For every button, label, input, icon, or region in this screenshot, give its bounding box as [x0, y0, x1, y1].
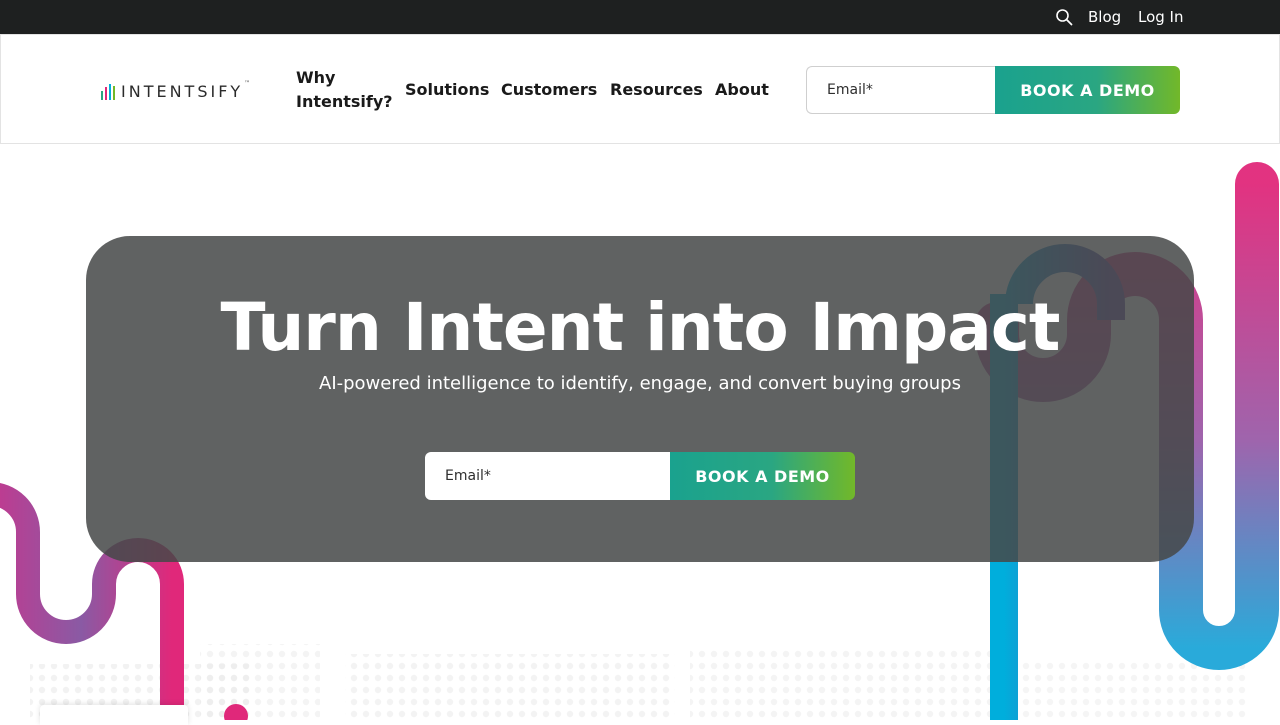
nav-solutions[interactable]: Solutions	[405, 78, 489, 102]
hero-book-demo-button[interactable]: BOOK A DEMO	[670, 452, 855, 500]
top-utility-bar: Blog Log In	[0, 0, 1280, 34]
nav-why-intentsify[interactable]: Why Intentsify?	[296, 66, 393, 114]
nav-why-line1: Why	[296, 68, 336, 87]
search-icon[interactable]	[1055, 8, 1073, 26]
hero-title: Turn Intent into Impact	[220, 289, 1061, 366]
main-header: INTENTSIFY ™ Why Intentsify? Solutions C…	[0, 34, 1280, 144]
chat-widget-tab[interactable]	[40, 705, 188, 725]
nav-why-line2: Intentsify?	[296, 92, 393, 111]
nav-resources[interactable]: Resources	[610, 78, 703, 102]
hero-subtitle: AI-powered intelligence to identify, eng…	[319, 373, 961, 394]
header-email-input[interactable]	[806, 66, 996, 114]
nav-customers[interactable]: Customers	[501, 78, 597, 102]
logo-bars-icon	[101, 84, 115, 100]
hero-email-input[interactable]	[425, 452, 671, 500]
nav-about[interactable]: About	[715, 78, 769, 102]
login-link[interactable]: Log In	[1138, 8, 1184, 26]
logo-trademark: ™	[244, 80, 251, 87]
blog-link[interactable]: Blog	[1088, 8, 1121, 26]
intentsify-logo[interactable]: INTENTSIFY ™	[101, 80, 250, 100]
logo-wordmark: INTENTSIFY	[121, 82, 244, 101]
hero-card: Turn Intent into Impact AI-powered intel…	[86, 236, 1194, 562]
dotted-bars-pattern	[30, 644, 1250, 720]
header-book-demo-button[interactable]: BOOK A DEMO	[995, 66, 1180, 114]
